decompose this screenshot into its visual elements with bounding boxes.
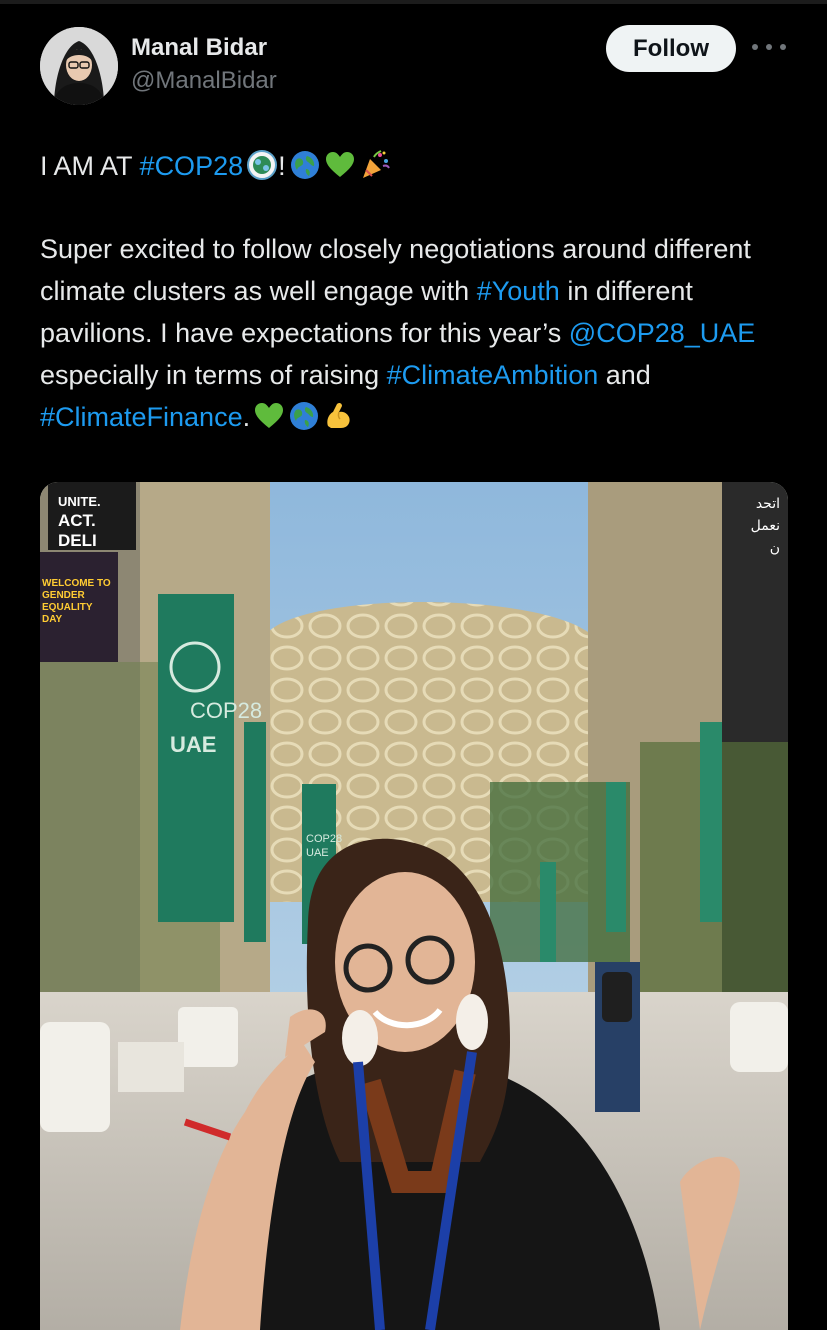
display-name[interactable]: Manal Bidar [131,34,267,62]
planter [178,1007,238,1067]
globe-icon [290,402,319,430]
follow-button[interactable]: Follow [606,25,736,72]
planter [40,1022,110,1132]
flag [606,782,626,932]
tweet-photo[interactable]: UNITE. ACT. DELI WELCOME TO GENDER EQUAL… [40,482,788,1330]
small-flag-line: UAE [306,847,329,859]
left-banner-line: ACT. [58,511,96,530]
mention-cop28-uae-link[interactable]: @COP28_UAE [569,318,755,348]
tweet-text-segment: ! [278,151,286,181]
flag [540,862,556,962]
earring [342,1010,378,1066]
small-flag-line: COP28 [306,833,342,845]
tweet-text-segment: I AM AT [40,151,140,181]
right-banner-line: اتحد [756,496,780,512]
left-screen-line: GENDER [42,590,86,601]
left-screen-line: DAY [42,614,63,625]
tweet-line-1: I AM AT #COP28! [40,145,800,187]
flexed-biceps-icon [327,402,350,428]
left-banner-line: UNITE. [58,494,101,509]
dot [752,44,758,50]
left-banner-line: DELI [58,531,97,550]
bench-block [118,1042,184,1092]
hashtag-cop28-link[interactable]: #COP28 [140,151,244,181]
earring [456,994,488,1050]
left-screen-line: WELCOME TO [42,578,111,589]
party-popper-icon [362,150,390,178]
green-heart-icon [325,152,354,177]
flag [244,722,266,942]
hashtag-climate-ambition-link[interactable]: #ClimateAmbition [387,360,599,390]
flag [700,722,722,922]
right-banner-line: ن [770,540,780,556]
cop28-logo-icon [247,150,278,180]
backpack [602,972,632,1022]
hashtag-climate-finance-link[interactable]: #ClimateFinance [40,402,243,432]
tweet-text: I AM AT #COP28! Super excited to follow … [40,145,800,438]
more-options-icon[interactable] [752,32,786,62]
tweet-text-segment: . [242,402,251,432]
flag-line: COP28 [190,698,262,723]
cop28-venue-photo: UNITE. ACT. DELI WELCOME TO GENDER EQUAL… [40,482,788,1330]
avatar[interactable] [40,27,118,105]
user-handle[interactable]: @ManalBidar [131,67,277,95]
globe-icon [290,151,319,179]
dot [780,44,786,50]
avatar-photo [40,27,118,105]
right-banner-line: نعمل [751,518,780,534]
tweet-text-segment: especially in terms of raising [40,360,387,390]
planter [730,1002,788,1072]
top-divider [0,0,827,4]
green-heart-icon [255,403,284,428]
hashtag-youth-link[interactable]: #Youth [477,276,560,306]
tweet-paragraph-2: Super excited to follow closely negotiat… [40,228,800,438]
dot [766,44,772,50]
flag-line: UAE [170,732,216,757]
left-screen-line: EQUALITY [42,602,93,613]
tweet-text-segment: and [598,360,651,390]
